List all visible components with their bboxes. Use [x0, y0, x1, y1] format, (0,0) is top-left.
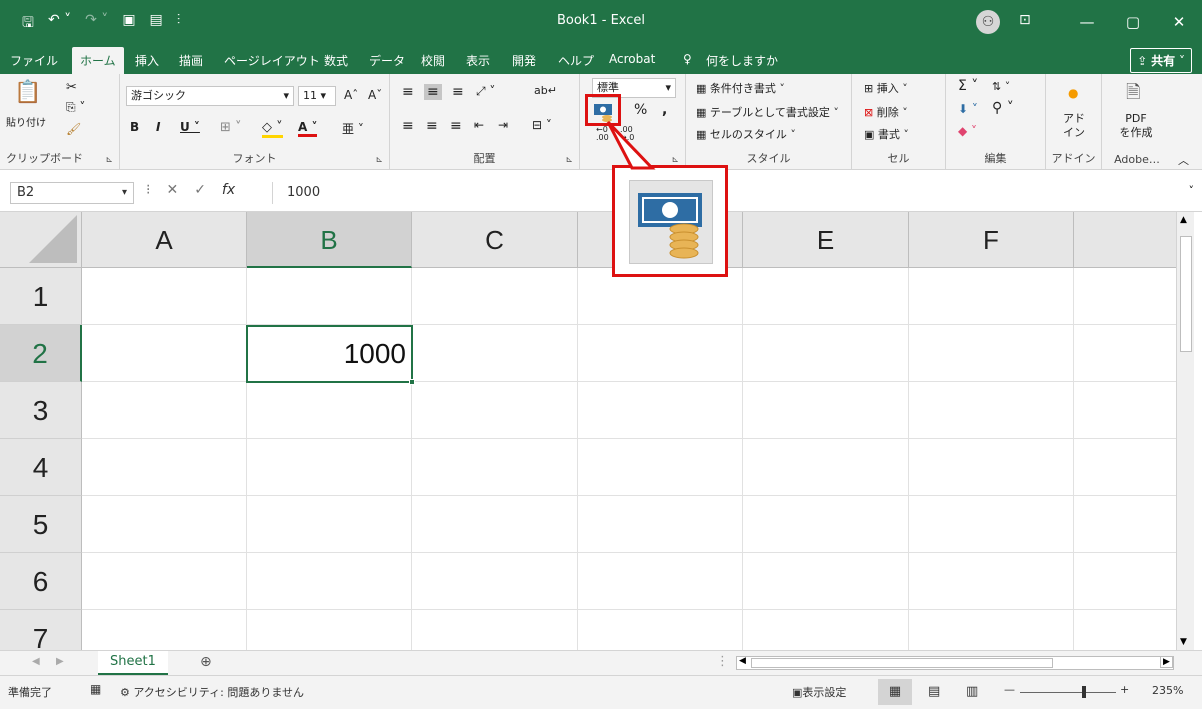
- normal-view-icon[interactable]: ▦: [878, 679, 912, 705]
- sheet-tab-bar: ◀ ▶ Sheet1 ⊕ ⋮ ◀ ▶: [0, 650, 1202, 676]
- page-break-view-icon[interactable]: ▥: [966, 684, 978, 699]
- zoom-level[interactable]: 235%: [1152, 684, 1183, 697]
- new-sheet-icon[interactable]: ⊕: [200, 654, 212, 670]
- zoom-in-icon[interactable]: +: [1120, 683, 1129, 696]
- zoom-out-icon[interactable]: —: [1004, 683, 1015, 696]
- scroll-right-icon[interactable]: ▶: [1160, 656, 1173, 668]
- display-settings-icon: ▣: [792, 686, 803, 699]
- prev-sheet-icon[interactable]: ◀: [32, 656, 40, 667]
- zoom-slider-thumb[interactable]: [1082, 686, 1086, 698]
- excel-window: 🖫 ↶ ˅ ↷ ˅ ▣ ▤ ⫶ Book1 - Excel ⚇ ⊡ — ▢ ✕ …: [0, 0, 1202, 709]
- accessibility-status[interactable]: ⚙ アクセシビリティ: 問題ありません: [120, 684, 304, 700]
- display-settings-button[interactable]: ▣表示設定: [792, 684, 846, 700]
- status-bar: 準備完了 ▦ ⚙ アクセシビリティ: 問題ありません ▣表示設定 ▦ ▤ ▥ —…: [0, 675, 1202, 709]
- macro-record-icon[interactable]: ▦: [90, 682, 101, 696]
- split-handle[interactable]: ⋮: [716, 654, 729, 669]
- zoom-slider[interactable]: [1020, 692, 1116, 693]
- sheet-tab-sheet1[interactable]: Sheet1: [98, 651, 168, 676]
- page-layout-view-icon[interactable]: ▤: [928, 684, 940, 699]
- horizontal-scrollbar[interactable]: ◀: [736, 656, 1174, 670]
- horizontal-scroll-thumb[interactable]: [751, 658, 1053, 668]
- ready-status: 準備完了: [8, 686, 52, 699]
- accounting-format-highlight: [585, 94, 621, 126]
- next-sheet-icon[interactable]: ▶: [56, 656, 64, 667]
- scroll-left-icon[interactable]: ◀: [739, 656, 746, 666]
- accessibility-icon: ⚙: [120, 686, 134, 699]
